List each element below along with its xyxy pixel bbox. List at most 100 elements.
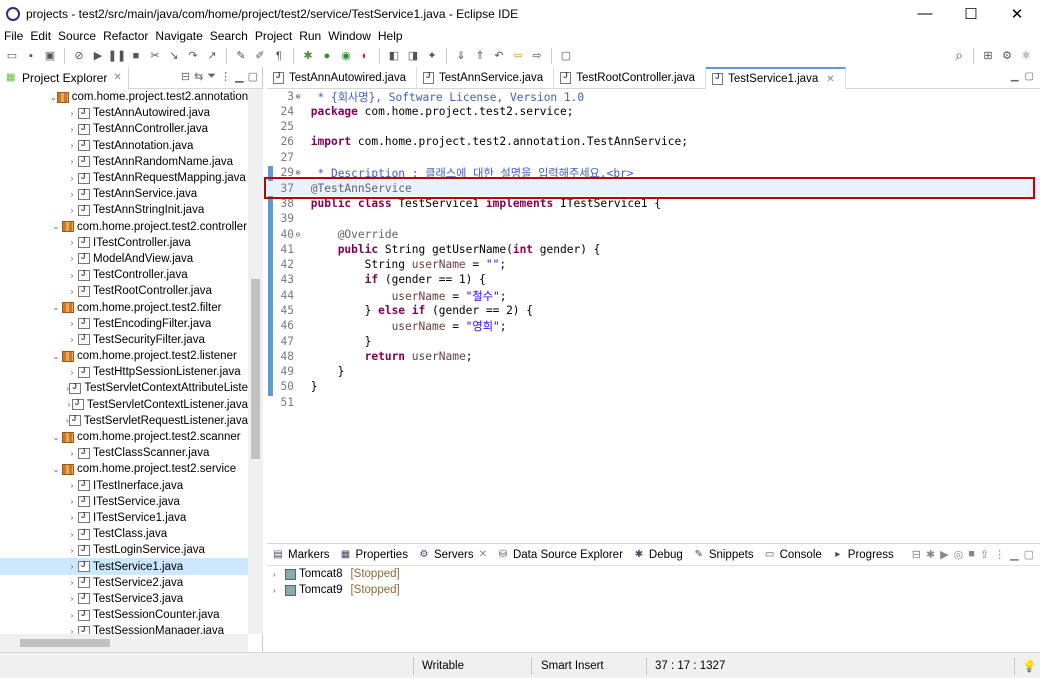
expand-arrow-icon[interactable]: › — [66, 594, 78, 603]
menu-refactor[interactable]: Refactor — [103, 29, 148, 43]
expand-arrow-icon[interactable]: › — [273, 586, 285, 595]
close-icon[interactable]: ✕ — [113, 72, 121, 83]
search-toolbar-icon[interactable]: ✦ — [424, 48, 440, 64]
tree-package-item[interactable]: ⌄ com.home.project.test2.scanner — [0, 429, 248, 445]
suspend-icon[interactable]: ❚❚ — [108, 48, 126, 64]
pin-editor-icon[interactable]: ▢ — [558, 48, 574, 64]
expand-arrow-icon[interactable]: › — [66, 319, 78, 328]
run-icon[interactable]: ● — [319, 48, 335, 64]
collapse-icon[interactable]: ⊟ — [912, 548, 921, 561]
menu-window[interactable]: Window — [328, 29, 371, 43]
menu-search[interactable]: Search — [210, 29, 248, 43]
resume-icon[interactable]: ▶ — [90, 48, 106, 64]
code-line[interactable]: 26 import com.home.project.test2.annotat… — [267, 134, 1040, 149]
tree-file-item[interactable]: › TestEncodingFilter.java — [0, 316, 248, 332]
code-line[interactable]: 51 — [267, 395, 1040, 410]
code-line[interactable]: 48 return userName; — [267, 349, 1040, 364]
menu-file[interactable]: File — [4, 29, 23, 43]
back-icon[interactable]: ⇦ — [510, 48, 526, 64]
search-icon[interactable]: ⌕ — [951, 47, 967, 64]
tree-file-item[interactable]: › TestSecurityFilter.java — [0, 332, 248, 348]
server-row[interactable]: › Tomcat9 [Stopped] — [267, 582, 1040, 598]
code-line[interactable]: 47 } — [267, 334, 1040, 349]
expand-arrow-icon[interactable]: › — [66, 578, 78, 587]
minimize-button[interactable]: — — [902, 0, 948, 27]
menu-edit[interactable]: Edit — [30, 29, 51, 43]
expand-arrow-icon[interactable]: › — [66, 174, 78, 183]
expand-arrow-icon[interactable]: › — [66, 109, 78, 118]
tree-file-item[interactable]: › ITestInerface.java — [0, 478, 248, 494]
collapse-arrow-icon[interactable]: ⌄ — [50, 352, 62, 361]
minimize-view-icon[interactable]: ▁ — [1010, 548, 1018, 561]
expand-arrow-icon[interactable]: › — [66, 497, 78, 506]
expand-arrow-icon[interactable]: › — [66, 157, 78, 166]
expand-arrow-icon[interactable]: › — [66, 238, 78, 247]
collapse-arrow-icon[interactable]: ⌄ — [50, 433, 62, 442]
next-annotation-icon[interactable]: ⇓ — [453, 48, 469, 64]
server-row[interactable]: › Tomcat8 [Stopped] — [267, 566, 1040, 582]
expand-arrow-icon[interactable]: › — [66, 530, 78, 539]
tree-file-item[interactable]: › TestRootController.java — [0, 283, 248, 299]
menu-navigate[interactable]: Navigate — [155, 29, 202, 43]
fold-toggle-icon[interactable]: ⊕ — [294, 168, 302, 177]
maximize-button[interactable]: ☐ — [948, 0, 994, 27]
tree-file-item[interactable]: › TestSessionManager.java — [0, 623, 248, 634]
explorer-vertical-scrollbar[interactable] — [248, 89, 263, 634]
tab-properties[interactable]: ▦ Properties — [335, 549, 413, 561]
disconnect-icon[interactable]: ✂ — [147, 48, 163, 64]
expand-arrow-icon[interactable]: › — [66, 449, 78, 458]
fold-toggle-icon[interactable]: ⊖ — [294, 230, 302, 239]
collapse-arrow-icon[interactable]: ⌄ — [50, 465, 62, 474]
toggle-highlight-icon[interactable]: ✐ — [252, 48, 268, 64]
fold-toggle-icon[interactable]: ⊕ — [294, 92, 302, 101]
scroll-thumb[interactable] — [20, 639, 110, 647]
tree-package-item[interactable]: ⌄ com.home.project.test2.annotation — [0, 89, 248, 105]
tree-file-item[interactable]: › ITestController.java — [0, 235, 248, 251]
scroll-thumb[interactable] — [251, 279, 260, 459]
tab-snippets[interactable]: ✎ Snippets — [688, 549, 759, 561]
minimize-view-icon[interactable]: ▁ — [1011, 71, 1019, 82]
code-line[interactable]: 45 } else if (gender == 2) { — [267, 303, 1040, 318]
tab-data-source-explorer[interactable]: ⛁ Data Source Explorer — [492, 549, 628, 561]
open-type-icon[interactable]: ◧ — [386, 48, 402, 64]
tab-markers[interactable]: ▤ Markers — [267, 549, 335, 561]
tree-file-item[interactable]: › TestLoginService.java — [0, 542, 248, 558]
start-server-icon[interactable]: ▶ — [940, 548, 948, 561]
code-line[interactable]: 39 — [267, 211, 1040, 226]
tab-progress[interactable]: ▸ Progress — [827, 549, 899, 561]
expand-arrow-icon[interactable]: › — [66, 287, 78, 296]
filter-icon[interactable]: ⏷ — [207, 70, 216, 83]
menu-help[interactable]: Help — [378, 29, 403, 43]
last-edit-location-icon[interactable]: ↶ — [491, 48, 507, 64]
expand-arrow-icon[interactable]: › — [66, 141, 78, 150]
debug-perspective-icon[interactable]: ⚛ — [1018, 48, 1034, 64]
collapse-arrow-icon[interactable]: ⌄ — [50, 93, 57, 102]
tree-file-item[interactable]: › TestClassScanner.java — [0, 445, 248, 461]
save-all-icon[interactable]: ▣ — [42, 48, 58, 64]
expand-arrow-icon[interactable]: › — [66, 627, 78, 634]
code-line[interactable]: 50 } — [267, 379, 1040, 394]
expand-arrow-icon[interactable]: › — [66, 271, 78, 280]
open-task-icon[interactable]: ◨ — [405, 48, 421, 64]
expand-arrow-icon[interactable]: › — [66, 611, 78, 620]
tab-debug[interactable]: ✱ Debug — [628, 549, 688, 561]
tree-file-item[interactable]: › TestService2.java — [0, 575, 248, 591]
new-icon[interactable]: ▭ — [4, 48, 20, 64]
debug-server-icon[interactable]: ✱ — [926, 548, 935, 561]
view-menu-icon[interactable]: ⋮ — [994, 548, 1005, 561]
tree-file-item[interactable]: › TestAnnotation.java — [0, 138, 248, 154]
minimize-view-icon[interactable]: ▁ — [235, 70, 243, 83]
tree-file-item[interactable]: ›TestServletContextAttributeListe — [0, 380, 248, 396]
tree-file-item[interactable]: › TestAnnRandomName.java — [0, 154, 248, 170]
tab-testservice1[interactable]: TestService1.java ✕ — [706, 67, 846, 89]
tree-file-item[interactable]: › TestController.java — [0, 267, 248, 283]
tree-package-item[interactable]: ⌄ com.home.project.test2.service — [0, 461, 248, 477]
explorer-horizontal-scrollbar[interactable] — [0, 634, 248, 652]
tree-file-item[interactable]: › TestHttpSessionListener.java — [0, 364, 248, 380]
expand-arrow-icon[interactable]: › — [66, 125, 78, 134]
menu-project[interactable]: Project — [255, 29, 292, 43]
debug-icon[interactable]: ✱ — [300, 48, 316, 64]
tree-file-item[interactable]: › ModelAndView.java — [0, 251, 248, 267]
maximize-view-icon[interactable]: ▢ — [248, 70, 258, 83]
code-line[interactable]: 3 ⊕ * {회사명}, Software License, Version 1.… — [267, 89, 1040, 104]
